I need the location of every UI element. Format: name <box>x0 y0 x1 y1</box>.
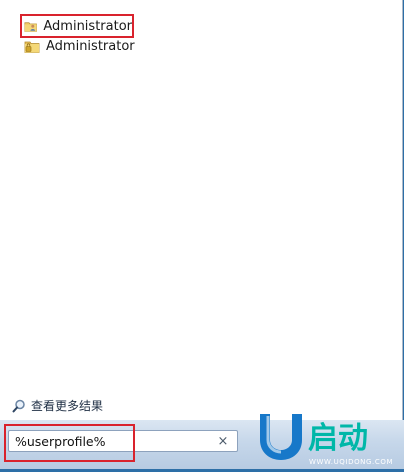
uqidong-watermark-logo: 启动 WWW.UQIDONG.COM <box>252 408 402 468</box>
magnifier-icon <box>12 399 25 412</box>
search-highlight-frame <box>4 424 135 462</box>
start-menu-results-panel: Administrator Administrator 查看更多结果 <box>0 0 403 420</box>
logo-url-text: WWW.UQIDONG.COM <box>309 458 394 466</box>
result-item-label: Administrator <box>43 18 132 34</box>
result-item-administrator-user[interactable]: Administrator <box>20 14 134 38</box>
clear-x-icon[interactable]: × <box>215 433 231 449</box>
see-more-label: 查看更多结果 <box>31 399 104 413</box>
user-folder-icon <box>24 22 37 32</box>
svg-text:启动: 启动 <box>308 421 368 456</box>
locked-folder-icon <box>24 41 40 53</box>
result-item-label: Administrator <box>46 38 135 54</box>
see-more-results-link[interactable]: 查看更多结果 <box>12 397 103 414</box>
result-item-administrator-folder[interactable]: Administrator <box>22 36 135 56</box>
